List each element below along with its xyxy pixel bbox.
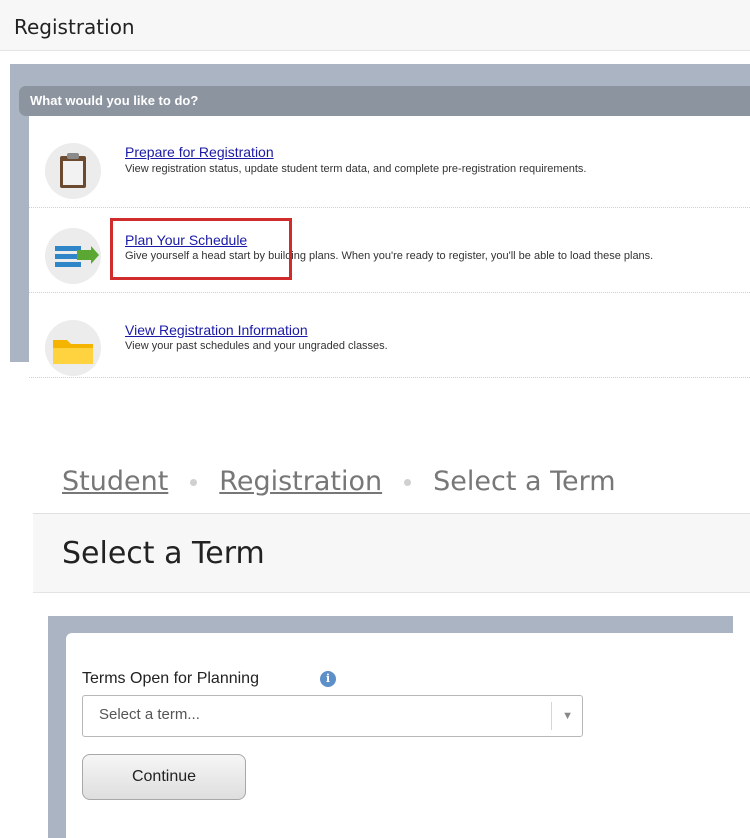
continue-button[interactable]: Continue [82,754,246,800]
folder-icon [45,320,101,376]
page-title-bar: Select a Term [33,514,750,593]
chevron-down-icon[interactable]: ▼ [562,710,573,722]
breadcrumb-current: Select a Term [433,466,616,497]
menu-item-prepare-registration: Prepare for Registration View registrati… [29,123,750,208]
view-registration-info-description: View your past schedules and your ungrad… [125,340,388,352]
breadcrumb-separator [190,479,198,486]
breadcrumb-registration[interactable]: Registration [219,466,382,497]
section-heading: What would you like to do? [30,93,199,108]
page-title: Select a Term [62,536,265,571]
terms-open-label: Terms Open for Planning [82,670,259,687]
plan-list-icon [45,228,101,284]
registration-header: Registration [0,0,750,51]
view-registration-info-link[interactable]: View Registration Information [125,322,308,338]
term-select-placeholder: Select a term... [99,706,200,723]
section-heading-bar: What would you like to do? [19,86,750,116]
select-divider [551,702,552,730]
prepare-registration-link[interactable]: Prepare for Registration [125,144,274,160]
menu-item-view-registration-info: View Registration Information View your … [29,293,750,378]
breadcrumb-student[interactable]: Student [62,466,168,497]
highlight-box [110,218,292,280]
prepare-registration-description: View registration status, update student… [125,163,587,175]
registration-title: Registration [14,15,135,39]
breadcrumb-separator [404,479,412,486]
clipboard-icon [45,143,101,199]
term-select[interactable]: Select a term... ▼ [82,695,583,737]
breadcrumb: Student Registration Select a Term [62,466,616,497]
info-icon[interactable]: i [320,671,336,687]
